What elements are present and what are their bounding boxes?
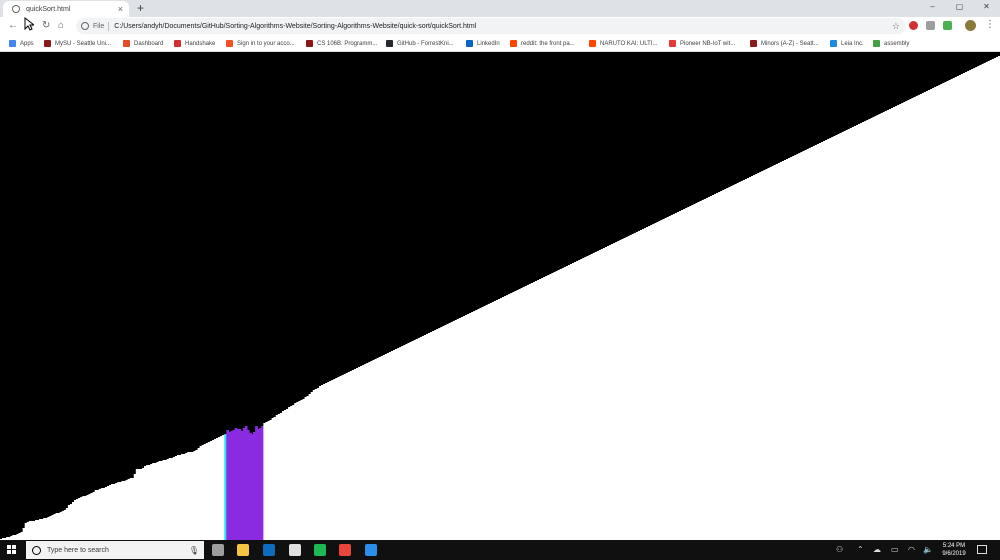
action-center-icon[interactable] bbox=[977, 545, 987, 554]
handshake-icon bbox=[174, 40, 181, 47]
bookmark-label: Dashboard bbox=[134, 40, 164, 47]
tab-quicksort[interactable]: quickSort.html × bbox=[3, 1, 129, 17]
windows-taskbar: Type here to search 🎙 ⚇ ⌃ ☁ ▭ ◠ 🔈 5:24 P… bbox=[0, 540, 1000, 560]
omnibox-divider bbox=[108, 21, 110, 31]
reload-button[interactable]: ↻ bbox=[42, 19, 50, 33]
linkedin-icon bbox=[466, 40, 473, 47]
mail-icon[interactable] bbox=[289, 544, 301, 556]
bookmark-label: NARUTO KAI: ULTI... bbox=[600, 40, 658, 47]
cast-extension-icon[interactable] bbox=[926, 21, 935, 30]
sorting-visualization bbox=[0, 52, 1000, 540]
cortana-icon bbox=[32, 545, 41, 555]
vscode-icon[interactable] bbox=[365, 544, 377, 556]
bookmark-13[interactable]: assembly bbox=[873, 39, 909, 48]
bookmark-label: Minors (A-Z) - Seatt... bbox=[761, 40, 819, 47]
system-clock[interactable]: 5:24 PM 9/6/2019 bbox=[937, 542, 971, 558]
onedrive-icon[interactable]: ☁ bbox=[873, 545, 881, 555]
wifi-icon[interactable]: ◠ bbox=[908, 545, 915, 555]
bookmark-9[interactable]: NARUTO KAI: ULTI... bbox=[589, 39, 657, 48]
bookmark-12[interactable]: Leia Inc. bbox=[830, 39, 864, 48]
volume-icon[interactable]: 🔈 bbox=[923, 545, 933, 555]
bookmark-label: GitHub - ForrestKni... bbox=[397, 40, 454, 47]
chrome-menu-icon[interactable]: ⋮ bbox=[985, 18, 995, 32]
chrome-icon[interactable] bbox=[339, 544, 351, 556]
adblock-extension-icon[interactable] bbox=[909, 21, 918, 30]
bookmark-label: reddit: the front pa... bbox=[521, 40, 575, 47]
minimize-button[interactable]: – bbox=[919, 0, 946, 16]
apps-grid-icon bbox=[9, 40, 16, 47]
close-window-button[interactable]: ✕ bbox=[973, 0, 1000, 16]
bookmark-4[interactable]: Sign in to your acco... bbox=[226, 39, 295, 48]
globe-icon bbox=[12, 5, 20, 13]
bookmark-label: Pioneer NB-IoT wit... bbox=[680, 40, 736, 47]
bookmark-label: CS 106B: Programm... bbox=[317, 40, 378, 47]
bookmark-label: Leia Inc. bbox=[841, 40, 864, 47]
file-explorer-icon[interactable] bbox=[237, 544, 249, 556]
microphone-icon[interactable]: 🎙 bbox=[189, 546, 199, 555]
reddit-icon bbox=[510, 40, 517, 47]
bookmark-label: MySU - Seattle Uni... bbox=[55, 40, 112, 47]
seattle-u-icon bbox=[750, 40, 757, 47]
battery-icon[interactable]: ▭ bbox=[891, 545, 899, 555]
clock-date: 9/6/2019 bbox=[942, 551, 966, 557]
microsoft-icon bbox=[226, 40, 233, 47]
tab-title: quickSort.html bbox=[26, 5, 71, 13]
bookmark-5[interactable]: CS 106B: Programm... bbox=[306, 39, 377, 48]
bookmark-8[interactable]: reddit: the front pa... bbox=[510, 39, 575, 48]
bookmark-0[interactable]: Apps bbox=[9, 39, 34, 48]
github-icon bbox=[386, 40, 393, 47]
bars-canvas bbox=[0, 56, 1000, 540]
site-info-icon[interactable] bbox=[81, 22, 89, 30]
bookmark-label: Handshake bbox=[185, 40, 216, 47]
pioneer-icon bbox=[669, 40, 676, 47]
task-view-icon[interactable] bbox=[212, 544, 224, 556]
taskbar-search-box[interactable]: Type here to search 🎙 bbox=[26, 541, 204, 559]
clock-time: 5:24 PM bbox=[942, 543, 966, 549]
assembly-icon bbox=[873, 40, 880, 47]
outlook-icon[interactable] bbox=[263, 544, 275, 556]
stanford-icon bbox=[306, 40, 313, 47]
people-icon[interactable]: ⚇ bbox=[836, 545, 843, 555]
bookmark-1[interactable]: MySU - Seattle Uni... bbox=[44, 39, 111, 48]
bookmark-2[interactable]: Dashboard bbox=[123, 39, 163, 48]
mouse-cursor-icon bbox=[24, 17, 34, 31]
back-button[interactable]: ← bbox=[8, 19, 18, 33]
tab-strip: quickSort.html × + – ▢ ✕ bbox=[0, 0, 1000, 17]
reddit-icon bbox=[589, 40, 596, 47]
bookmarks-bar: Apps MySU - Seattle Uni... Dashboard Handsh… bbox=[0, 35, 1000, 52]
address-bar[interactable]: File C:/Users/andyh/Documents/GitHub/Sor… bbox=[76, 18, 906, 34]
bookmark-label: Apps bbox=[20, 40, 34, 47]
mysu-icon bbox=[44, 40, 51, 47]
bookmark-label: LinkedIn bbox=[477, 40, 500, 47]
profile-avatar[interactable] bbox=[965, 20, 976, 31]
show-hidden-icons[interactable]: ⌃ bbox=[857, 545, 864, 555]
spotify-icon[interactable] bbox=[314, 544, 326, 556]
bookmark-star-icon[interactable]: ☆ bbox=[892, 21, 900, 32]
bookmark-3[interactable]: Handshake bbox=[174, 39, 215, 48]
bookmark-7[interactable]: LinkedIn bbox=[466, 39, 500, 48]
scheme-label: File bbox=[93, 22, 105, 30]
bookmark-label: Sign in to your acco... bbox=[237, 40, 295, 47]
home-button[interactable]: ⌂ bbox=[58, 19, 64, 33]
leia-icon bbox=[830, 40, 837, 47]
download-extension-icon[interactable] bbox=[943, 21, 952, 30]
bookmark-10[interactable]: Pioneer NB-IoT wit... bbox=[669, 39, 735, 48]
url-text[interactable]: C:/Users/andyh/Documents/GitHub/Sorting-… bbox=[114, 23, 476, 30]
dashboard-icon bbox=[123, 40, 130, 47]
maximize-button[interactable]: ▢ bbox=[946, 0, 973, 16]
bookmark-11[interactable]: Minors (A-Z) - Seatt... bbox=[750, 39, 819, 48]
search-placeholder: Type here to search bbox=[47, 546, 109, 554]
bookmark-6[interactable]: GitHub - ForrestKni... bbox=[386, 39, 454, 48]
close-tab-icon[interactable]: × bbox=[118, 4, 123, 14]
windows-start-icon[interactable] bbox=[7, 545, 17, 555]
window-controls: – ▢ ✕ bbox=[919, 0, 1000, 16]
bookmark-label: assembly bbox=[884, 40, 910, 47]
browser-toolbar: ← → ↻ ⌂ File C:/Users/andyh/Documents/Gi… bbox=[0, 17, 1000, 35]
new-tab-button[interactable]: + bbox=[137, 2, 144, 14]
